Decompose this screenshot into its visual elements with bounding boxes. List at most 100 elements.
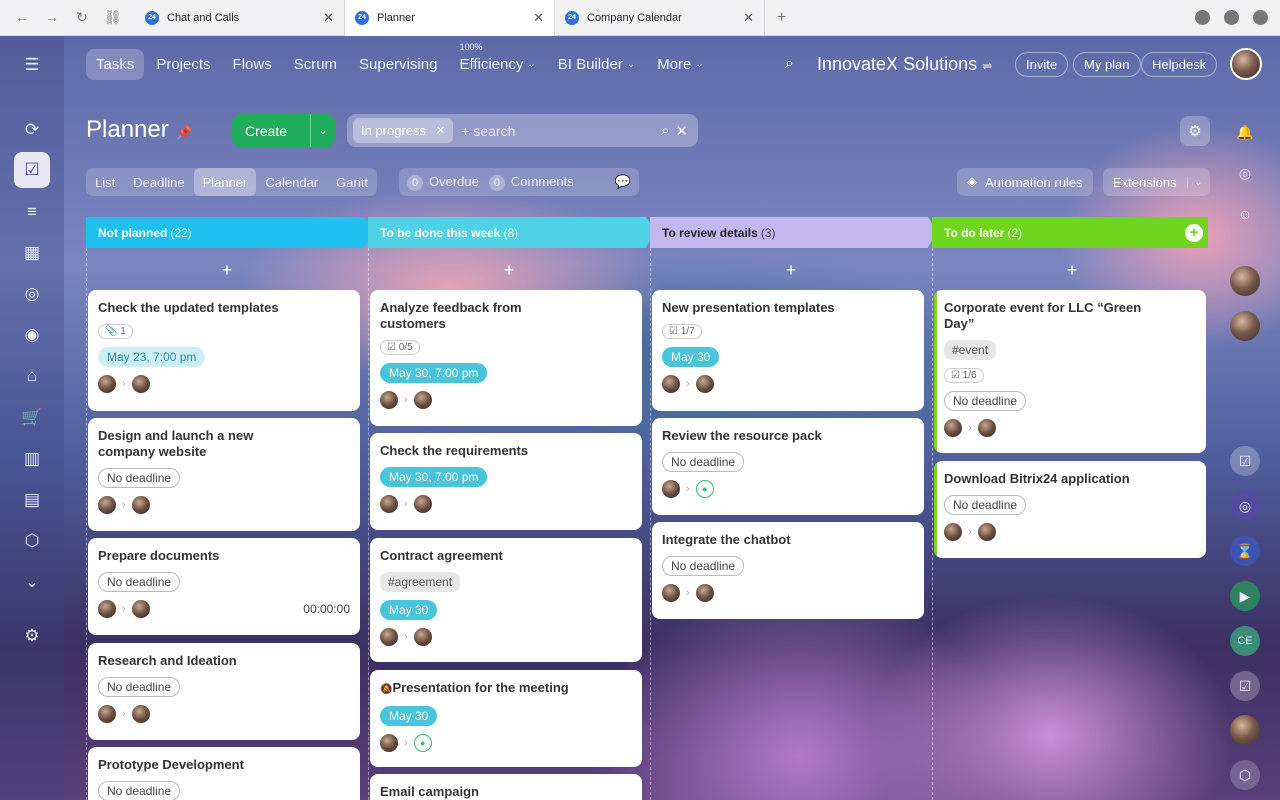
column-header-this-week[interactable]: To be done this week (8)	[368, 217, 656, 248]
helpdesk-button[interactable]: Helpdesk	[1141, 52, 1218, 77]
analytics-icon[interactable]: ▥	[14, 441, 50, 477]
add-task-icon[interactable]: +	[217, 260, 237, 281]
group-avatar-icon[interactable]: CE	[1230, 626, 1260, 656]
user-placeholder-icon[interactable]: ●	[695, 480, 714, 498]
user-avatar[interactable]	[1230, 311, 1260, 341]
back-icon[interactable]: ←	[14, 9, 30, 26]
nav-supervising[interactable]: Supervising	[349, 49, 447, 80]
task-card[interactable]: 🔕Presentation for the meeting May 30 › ●	[370, 670, 642, 767]
task-card[interactable]: Prepare documents No deadline › 00:00:00	[88, 538, 360, 635]
nav-flows[interactable]: Flows	[223, 49, 282, 80]
apps-icon[interactable]: ⬡	[1230, 760, 1260, 790]
comments-counter[interactable]: 0 Comments	[488, 174, 574, 191]
search-icon[interactable]: ⌕	[661, 122, 669, 140]
nav-efficiency[interactable]: 100% Efficiency ⌄	[449, 42, 545, 80]
chevron-down-icon[interactable]: ⌄	[14, 564, 50, 600]
view-planner[interactable]: Planner	[193, 168, 257, 196]
creator-avatar[interactable]	[98, 375, 116, 393]
video-icon[interactable]: ▶	[1230, 581, 1260, 611]
deadline-badge[interactable]: May 30	[380, 600, 438, 620]
chevron-down-icon[interactable]: ⌄	[310, 114, 335, 147]
add-column-icon[interactable]: +	[1185, 223, 1203, 242]
chevron-down-icon[interactable]: ⌄	[1187, 176, 1209, 188]
assignee-avatar[interactable]	[977, 419, 996, 437]
view-list[interactable]: List	[86, 168, 124, 196]
global-search-icon[interactable]: ⌕	[785, 55, 794, 73]
warehouse-icon[interactable]: ⌂	[14, 358, 50, 394]
assignee-avatar[interactable]	[131, 600, 150, 618]
tasks-icon[interactable]: ☑	[14, 152, 50, 188]
forward-icon[interactable]: →	[44, 9, 60, 26]
task-card[interactable]: Check the updated templates 📎 1 May 23, …	[88, 290, 360, 411]
column-header-later[interactable]: To do later (2) +	[932, 217, 1208, 248]
task-card[interactable]: Research and Ideation No deadline ›	[88, 643, 360, 740]
close-icon[interactable]: ✕	[675, 122, 688, 140]
close-tab-icon[interactable]: ✕	[323, 10, 334, 26]
view-calendar[interactable]: Calendar	[256, 168, 327, 196]
add-task-icon[interactable]: +	[781, 260, 801, 281]
deadline-badge[interactable]: No deadline	[98, 781, 181, 800]
profile-avatar[interactable]	[1230, 48, 1262, 80]
deadline-badge[interactable]: No deadline	[662, 452, 745, 472]
creator-avatar[interactable]	[944, 419, 962, 437]
assignee-avatar[interactable]	[131, 705, 150, 723]
history-icon[interactable]	[1224, 10, 1239, 25]
tab-company-calendar[interactable]: 24 Company Calendar ✕	[555, 0, 765, 36]
user-avatar[interactable]	[1230, 266, 1260, 296]
nav-bi-builder[interactable]: BI Builder ⌄	[548, 49, 645, 80]
task-icon[interactable]: ☑	[1230, 671, 1260, 701]
gear-icon[interactable]: ⚙	[1180, 116, 1210, 146]
assignee-avatar[interactable]	[413, 391, 432, 409]
task-card[interactable]: Analyze feedback from customers ☑ 0/5 Ma…	[370, 290, 642, 426]
add-task-icon[interactable]: +	[499, 260, 519, 281]
task-card[interactable]: Download Bitrix24 application No deadlin…	[934, 461, 1206, 558]
creator-avatar[interactable]	[380, 734, 398, 752]
extensions-button[interactable]: Extensions ⌄	[1103, 168, 1210, 196]
bot-icon[interactable]: ◎	[14, 276, 50, 312]
creator-avatar[interactable]	[944, 523, 962, 541]
target-icon[interactable]: ◉	[14, 317, 50, 353]
cart-icon[interactable]: 🛒	[14, 400, 50, 436]
deadline-badge[interactable]: No deadline	[662, 556, 745, 576]
task-card[interactable]: Prototype Development No deadline	[88, 747, 360, 800]
task-card[interactable]: Integrate the chatbot No deadline ›	[652, 522, 924, 619]
assignee-avatar[interactable]	[131, 375, 150, 393]
hourglass-icon[interactable]: ⌛	[1230, 536, 1260, 566]
task-card[interactable]: Corporate event for LLC “Green Day” #eve…	[934, 290, 1206, 453]
task-icon[interactable]: ☑	[1230, 446, 1260, 476]
filter-chip[interactable]: In progress ✕	[353, 118, 454, 143]
close-tab-icon[interactable]: ✕	[533, 10, 544, 26]
tab-planner[interactable]: 24 Planner ✕	[345, 0, 555, 36]
automation-rules-button[interactable]: ◈ Automation rules	[957, 168, 1093, 196]
task-card[interactable]: Design and launch a new company website …	[88, 418, 360, 531]
new-tab-icon[interactable]: +	[765, 9, 798, 27]
box-icon[interactable]: ⬡	[14, 523, 50, 559]
chat-icon[interactable]: ☺	[1230, 199, 1260, 229]
calendar-icon[interactable]: ▦	[14, 235, 50, 271]
task-tag[interactable]: #agreement	[380, 572, 461, 592]
view-deadline[interactable]: Deadline	[124, 168, 193, 196]
task-tag[interactable]: #event	[944, 340, 997, 360]
creator-avatar[interactable]	[662, 584, 680, 602]
creator-avatar[interactable]	[98, 496, 116, 514]
download-icon[interactable]	[1195, 10, 1210, 25]
creator-avatar[interactable]	[380, 495, 398, 513]
task-card[interactable]: Check the requirements May 30, 7:00 pm ›	[370, 433, 642, 530]
creator-avatar[interactable]	[98, 705, 116, 723]
deadline-badge[interactable]: No deadline	[944, 391, 1027, 411]
assignee-avatar[interactable]	[413, 628, 432, 646]
creator-avatar[interactable]	[98, 600, 116, 618]
read-all-icon[interactable]: 💬	[615, 174, 631, 190]
filter-icon[interactable]: ≡	[14, 194, 50, 230]
filter-search-bar[interactable]: In progress ✕ + search ⌕ ✕	[347, 114, 698, 147]
search-input[interactable]: + search	[461, 123, 515, 139]
link-icon[interactable]: ⛓	[104, 9, 122, 26]
task-card[interactable]: Email campaign	[370, 774, 642, 800]
assignee-avatar[interactable]	[977, 523, 996, 541]
deadline-badge[interactable]: No deadline	[944, 495, 1027, 515]
tab-chat-and-calls[interactable]: 24 Chat and Calls ✕	[135, 0, 345, 36]
settings-icon[interactable]: ⚙	[14, 618, 50, 654]
assignee-avatar[interactable]	[413, 495, 432, 513]
assignee-avatar[interactable]	[695, 375, 714, 393]
task-card[interactable]: New presentation templates ☑ 1/7 May 30 …	[652, 290, 924, 411]
